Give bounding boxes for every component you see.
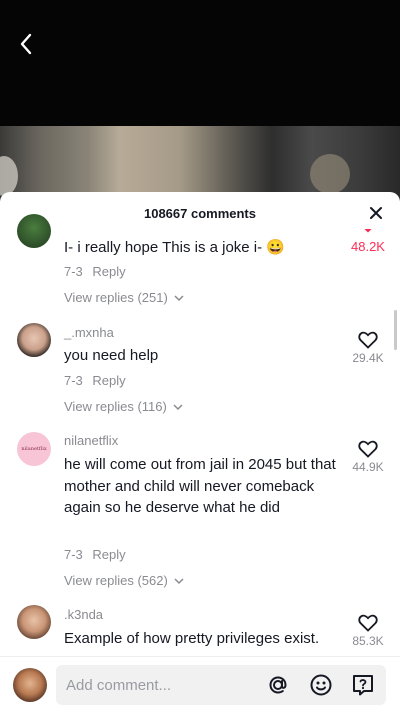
chevron-down-icon <box>174 578 184 585</box>
chevron-left-icon <box>20 33 32 55</box>
close-icon[interactable] <box>368 205 384 221</box>
reply-button[interactable]: Reply <box>92 373 125 388</box>
comment-username[interactable]: _.mxnha <box>64 325 114 340</box>
comment-meta: 7-3 Reply <box>64 373 126 388</box>
view-replies-label: View replies (116) <box>64 399 167 414</box>
comment-meta: 7-3 Reply <box>64 264 126 279</box>
comments-sheet: 108667 comments I- i really hope This is… <box>0 192 400 711</box>
comments-scrollbar[interactable] <box>394 310 397 350</box>
comment-username[interactable]: nilanetflix <box>64 433 118 448</box>
like-count: 44.9K <box>352 460 384 474</box>
heart-outline-icon <box>358 614 378 632</box>
video-figure-right <box>310 154 350 194</box>
comment-text: he will come out from jail in 2045 but t… <box>64 456 336 516</box>
view-replies-button[interactable]: View replies (251) <box>64 290 184 305</box>
avatar[interactable] <box>17 323 51 357</box>
chevron-down-icon <box>173 404 184 411</box>
reply-button[interactable]: Reply <box>92 547 125 562</box>
avatar-logo-text: nilanetflix <box>21 446 47 452</box>
avatar[interactable] <box>17 605 51 639</box>
comment-input[interactable] <box>56 665 386 705</box>
comment-meta: 7-3 Reply <box>64 547 126 562</box>
back-button[interactable] <box>12 30 40 58</box>
view-replies-button[interactable]: View replies (562) <box>64 573 184 588</box>
heart-outline-icon <box>358 440 378 458</box>
video-figure-left <box>0 156 18 196</box>
view-replies-button[interactable]: View replies (116) <box>64 399 184 414</box>
comment-text: you need help <box>64 347 159 364</box>
at-sign-icon[interactable] <box>266 673 290 697</box>
avatar[interactable] <box>17 214 51 248</box>
comment-date: 7-3 <box>64 373 83 388</box>
comments-count-title: 108667 comments <box>143 206 256 221</box>
like-count: 85.3K <box>352 634 384 648</box>
view-replies-label: View replies (562) <box>64 573 168 588</box>
like-button[interactable]: 44.9K <box>344 440 392 474</box>
like-button[interactable]: 29.4K <box>344 331 392 365</box>
comment-text: I- i really hope This is a joke i- 😀 <box>64 239 285 256</box>
heart-outline-icon <box>358 331 378 349</box>
smile-emoji-icon[interactable] <box>309 673 333 697</box>
comment-input-bar <box>0 656 400 712</box>
view-replies-label: View replies (251) <box>64 290 168 305</box>
like-count: 48.2K <box>351 239 385 254</box>
reply-button[interactable]: Reply <box>92 264 125 279</box>
avatar[interactable]: nilanetflix <box>17 432 51 466</box>
comments-header: 108667 comments <box>0 192 400 234</box>
like-button[interactable]: 48.2K <box>344 229 392 254</box>
chevron-down-icon <box>174 295 184 302</box>
like-count: 29.4K <box>352 351 384 365</box>
comment-date: 7-3 <box>64 264 83 279</box>
like-button[interactable]: 85.3K <box>344 614 392 648</box>
heart-filled-icon <box>364 229 372 233</box>
comment-text: Example of how pretty privileges exist. <box>64 630 320 647</box>
current-user-avatar[interactable] <box>13 668 47 702</box>
comment-username[interactable]: .k3nda <box>64 607 103 622</box>
question-bubble-icon[interactable] <box>351 673 375 697</box>
comment-date: 7-3 <box>64 547 83 562</box>
